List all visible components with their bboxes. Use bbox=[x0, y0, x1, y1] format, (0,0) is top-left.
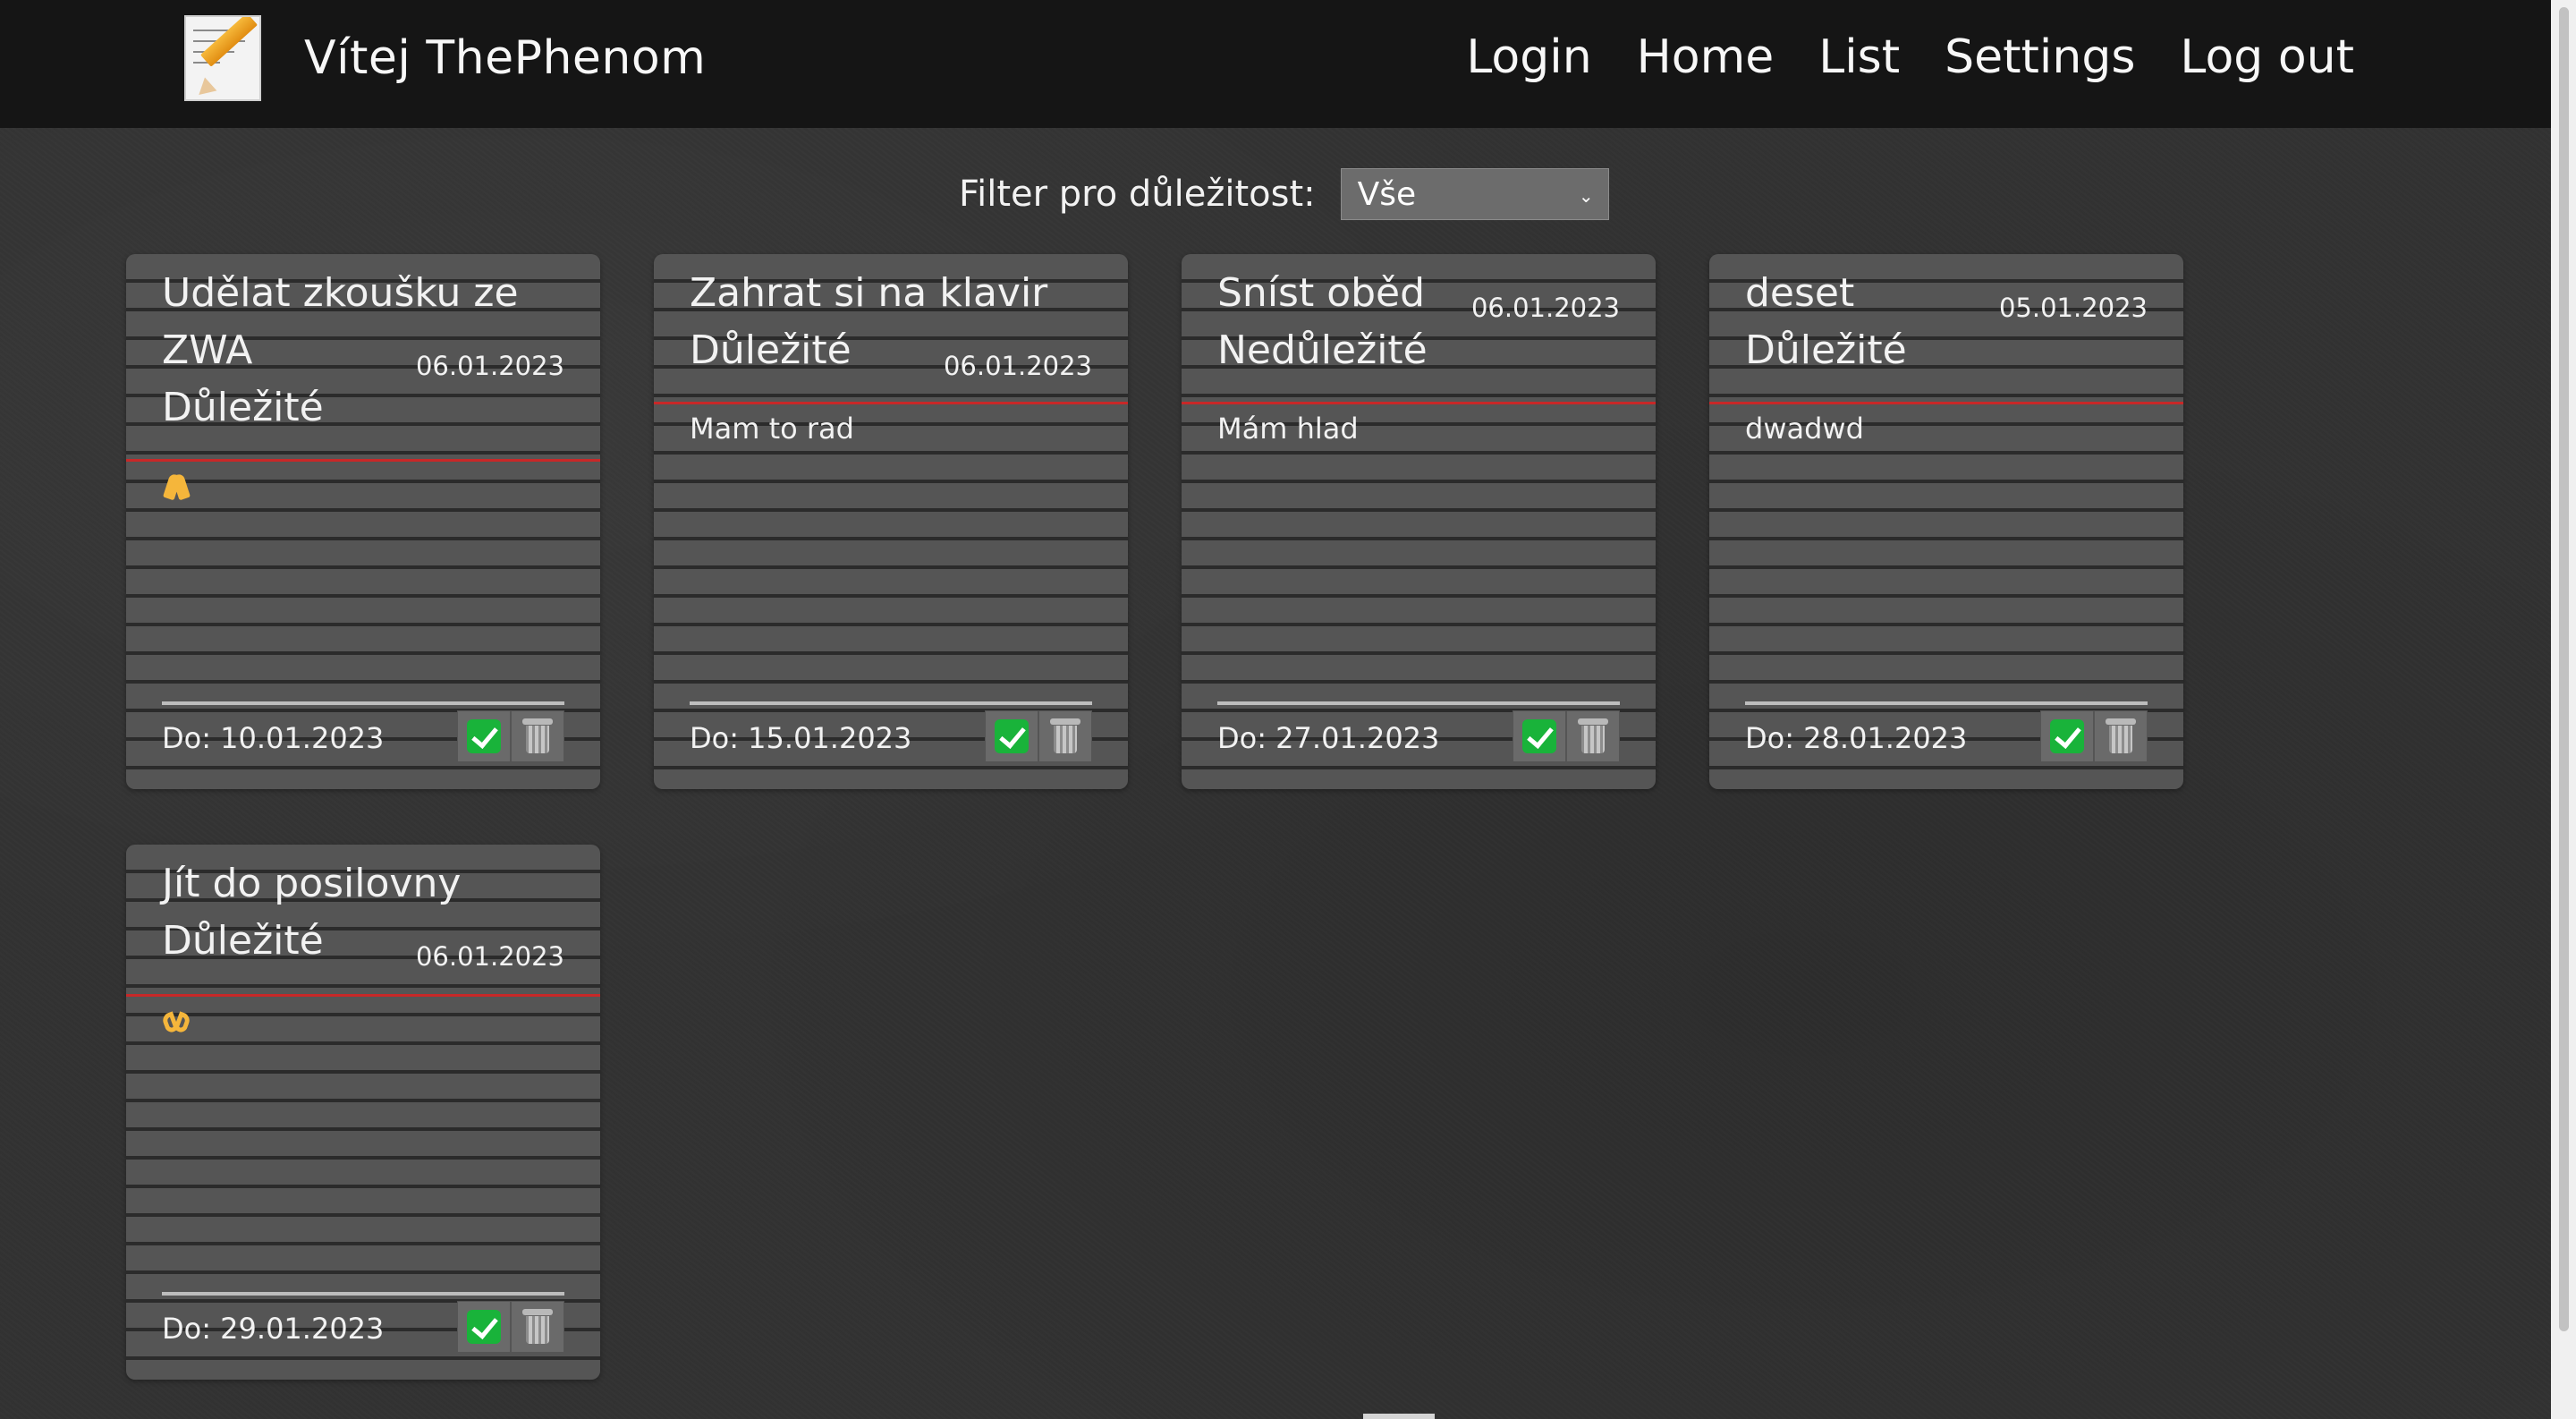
card-importance: Nedůležité bbox=[1217, 327, 1428, 373]
note-card: Udělat zkoušku ze ZWA Důležité 06.01.202… bbox=[126, 254, 600, 789]
card-text: dwadwd bbox=[1745, 412, 1864, 446]
trash-icon bbox=[522, 1309, 553, 1345]
delete-button[interactable] bbox=[1038, 710, 1092, 762]
card-due-date: Do: 29.01.2023 bbox=[162, 1312, 385, 1346]
card-due-date: Do: 27.01.2023 bbox=[1217, 721, 1440, 755]
card-footer: Do: 10.01.2023 bbox=[162, 701, 564, 762]
card-header: Sníst oběd Nedůležité 06.01.2023 bbox=[1182, 254, 1656, 404]
delete-button[interactable] bbox=[511, 710, 564, 762]
card-due-date: Do: 15.01.2023 bbox=[690, 721, 912, 755]
card-actions bbox=[1513, 710, 1620, 762]
card-header: Zahrat si na klavir Důležité 06.01.2023 bbox=[654, 254, 1128, 404]
main-nav: Login Home List Settings Log out bbox=[1466, 30, 2354, 84]
card-importance: Důležité bbox=[162, 385, 324, 430]
card-created-date: 05.01.2023 bbox=[1998, 293, 2148, 323]
card-text: Mam to rad bbox=[690, 412, 854, 446]
card-text: Mám hlad bbox=[1217, 412, 1359, 446]
heart-hands-icon bbox=[162, 1011, 192, 1034]
card-actions bbox=[2040, 710, 2148, 762]
memo-pencil-icon bbox=[184, 15, 261, 101]
note-card: Jít do posilovny Důležité 06.01.2023 Do:… bbox=[126, 845, 600, 1380]
filter-label: Filter pro důležitost: bbox=[959, 174, 1316, 215]
note-card: Sníst oběd Nedůležité 06.01.2023 Mám hla… bbox=[1182, 254, 1656, 789]
card-importance: Důležité bbox=[1745, 327, 1907, 373]
note-card: Zahrat si na klavir Důležité 06.01.2023 … bbox=[654, 254, 1128, 789]
card-text bbox=[162, 471, 192, 501]
importance-filter: Filter pro důležitost: Vše ⌄ bbox=[959, 168, 1609, 220]
complete-button[interactable] bbox=[2040, 710, 2094, 762]
nav-login[interactable]: Login bbox=[1466, 30, 1591, 84]
check-icon bbox=[995, 719, 1029, 753]
card-actions bbox=[985, 710, 1092, 762]
folded-hands-icon bbox=[162, 471, 192, 501]
note-card: deset Důležité 05.01.2023 dwadwd Do: 28.… bbox=[1709, 254, 2183, 789]
card-created-date: 06.01.2023 bbox=[943, 351, 1092, 381]
navbar: Vítej ThePhenom Login Home List Settings… bbox=[0, 0, 2551, 128]
nav-list[interactable]: List bbox=[1818, 30, 1900, 84]
card-title-line: Jít do posilovny bbox=[162, 861, 462, 906]
card-created-date: 06.01.2023 bbox=[1470, 293, 1620, 323]
delete-button[interactable] bbox=[511, 1301, 564, 1353]
card-footer: Do: 15.01.2023 bbox=[690, 701, 1092, 762]
card-due-date: Do: 28.01.2023 bbox=[1745, 721, 1968, 755]
scrollbar-thumb[interactable] bbox=[2559, 7, 2569, 1331]
check-icon bbox=[1522, 719, 1556, 753]
card-actions bbox=[457, 1301, 564, 1353]
nav-logout[interactable]: Log out bbox=[2180, 30, 2354, 84]
check-icon bbox=[467, 1310, 501, 1344]
trash-icon bbox=[2106, 718, 2136, 754]
card-created-date: 06.01.2023 bbox=[415, 941, 564, 972]
complete-button[interactable] bbox=[457, 710, 511, 762]
nav-settings[interactable]: Settings bbox=[1945, 30, 2135, 84]
card-footer: Do: 28.01.2023 bbox=[1745, 701, 2148, 762]
importance-select-value: Vše bbox=[1357, 175, 1417, 213]
card-header: Jít do posilovny Důležité 06.01.2023 bbox=[126, 845, 600, 997]
complete-button[interactable] bbox=[457, 1301, 511, 1353]
check-icon bbox=[467, 719, 501, 753]
trash-icon bbox=[1050, 718, 1080, 754]
complete-button[interactable] bbox=[1513, 710, 1566, 762]
card-actions bbox=[457, 710, 564, 762]
card-footer: Do: 29.01.2023 bbox=[162, 1292, 564, 1353]
bottom-scroll-handle[interactable] bbox=[1363, 1414, 1435, 1419]
brand[interactable]: Vítej ThePhenom bbox=[184, 15, 706, 101]
card-created-date: 06.01.2023 bbox=[415, 351, 564, 381]
trash-icon bbox=[1578, 718, 1608, 754]
card-footer: Do: 27.01.2023 bbox=[1217, 701, 1620, 762]
trash-icon bbox=[522, 718, 553, 754]
check-icon bbox=[2050, 719, 2084, 753]
chevron-down-icon: ⌄ bbox=[1578, 185, 1594, 207]
card-header: deset Důležité 05.01.2023 bbox=[1709, 254, 2183, 404]
complete-button[interactable] bbox=[985, 710, 1038, 762]
delete-button[interactable] bbox=[2094, 710, 2148, 762]
card-due-date: Do: 10.01.2023 bbox=[162, 721, 385, 755]
delete-button[interactable] bbox=[1566, 710, 1620, 762]
vertical-scrollbar[interactable] bbox=[2551, 0, 2576, 1419]
card-title-line: Udělat zkoušku ze bbox=[162, 270, 519, 316]
brand-title: Vítej ThePhenom bbox=[304, 31, 707, 85]
card-text bbox=[162, 1011, 192, 1034]
importance-select[interactable]: Vše ⌄ bbox=[1340, 168, 1609, 220]
card-title-line: Zahrat si na klavir bbox=[690, 270, 1048, 316]
nav-home[interactable]: Home bbox=[1637, 30, 1775, 84]
card-header: Udělat zkoušku ze ZWA Důležité 06.01.202… bbox=[126, 254, 600, 462]
